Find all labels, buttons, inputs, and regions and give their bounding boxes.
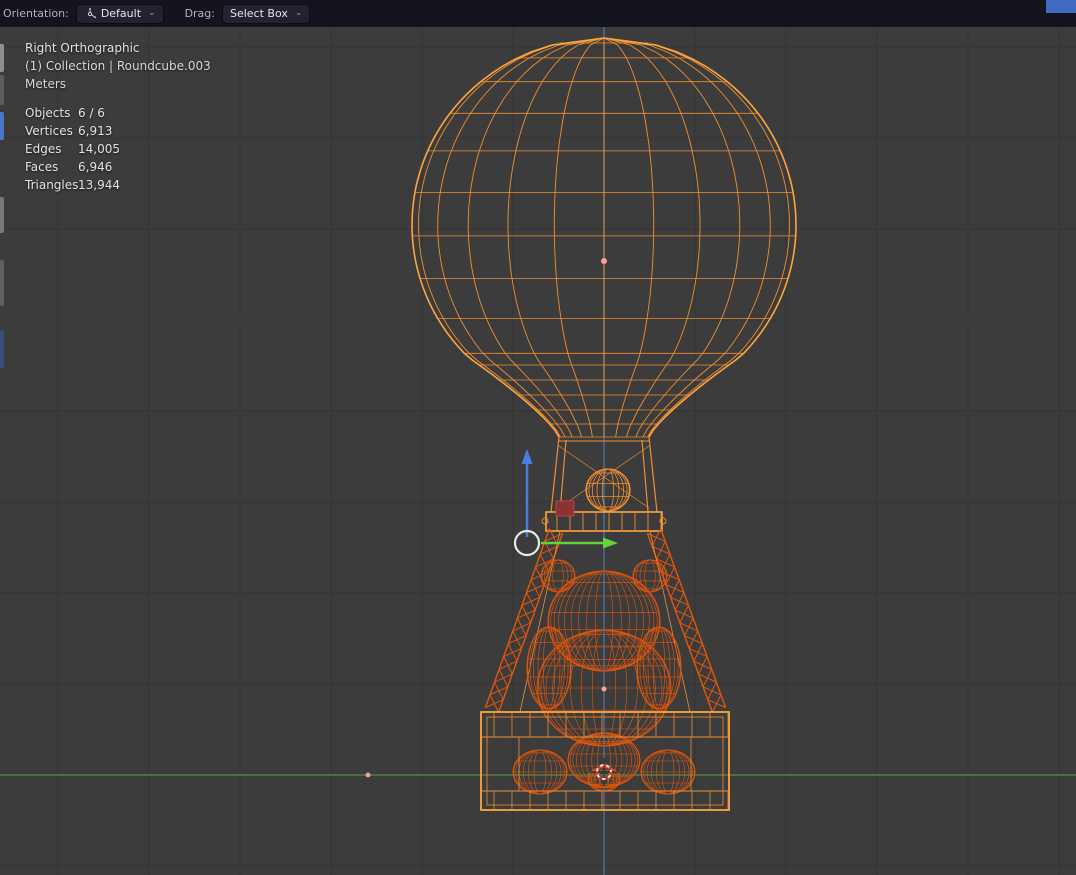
orientation-label: Orientation:	[3, 7, 69, 20]
balloon-wireframe[interactable]	[411, 37, 797, 438]
viewport-text-overlay: Right Orthographic (1) Collection | Roun…	[25, 39, 211, 194]
scene-statistics: Objects 6 / 6 Vertices 6,913 Edges 14,00…	[25, 104, 211, 194]
toolbar-strip[interactable]	[0, 44, 4, 72]
stat-label: Triangles	[25, 178, 79, 192]
stat-value: 13,944	[78, 178, 120, 192]
cursor-3d	[590, 758, 618, 786]
orientation-dropdown[interactable]: Default ⌄	[75, 3, 164, 24]
chevron-down-icon: ⌄	[148, 8, 156, 18]
support-ropes[interactable]	[484, 528, 727, 713]
stat-value: 6,946	[78, 160, 113, 174]
viewport-header: Orientation: Default ⌄ Drag: Select Box …	[0, 0, 1076, 27]
view-name: Right Orthographic	[25, 41, 140, 55]
toolbar-strip[interactable]	[0, 260, 4, 306]
active-editor-indicator	[1046, 0, 1076, 13]
stat-label: Vertices	[25, 124, 73, 138]
toolbar-strip[interactable]	[0, 197, 4, 233]
stat-label: Objects	[25, 106, 71, 120]
chevron-down-icon: ⌄	[294, 8, 303, 18]
toolbar-strip[interactable]	[0, 330, 4, 368]
drag-mode-value: Select Box	[229, 7, 288, 20]
toolbar-strip[interactable]	[0, 75, 4, 105]
stat-value: 6 / 6	[78, 106, 105, 120]
blender-3d-viewport: Orientation: Default ⌄ Drag: Select Box …	[0, 0, 1076, 875]
object-origins	[365, 258, 607, 778]
orientation-gizmo-icon	[87, 7, 96, 18]
selected-face-highlight	[555, 500, 575, 517]
stat-label: Edges	[25, 142, 62, 156]
stat-value: 6,913	[78, 124, 113, 138]
gizmo-y-axis-handle[interactable]	[541, 537, 618, 549]
scene-units: Meters	[25, 77, 67, 91]
active-object-breadcrumb: (1) Collection | Roundcube.003	[25, 59, 211, 73]
stat-label: Faces	[25, 160, 59, 174]
toolbar-strip-active-tool[interactable]	[0, 112, 4, 140]
gizmo-z-axis-handle[interactable]	[521, 449, 533, 537]
drag-mode-dropdown[interactable]: Select Box ⌄	[221, 3, 311, 24]
drag-label: Drag:	[184, 7, 215, 20]
stat-value: 14,005	[78, 142, 120, 156]
orientation-value: Default	[100, 7, 142, 20]
